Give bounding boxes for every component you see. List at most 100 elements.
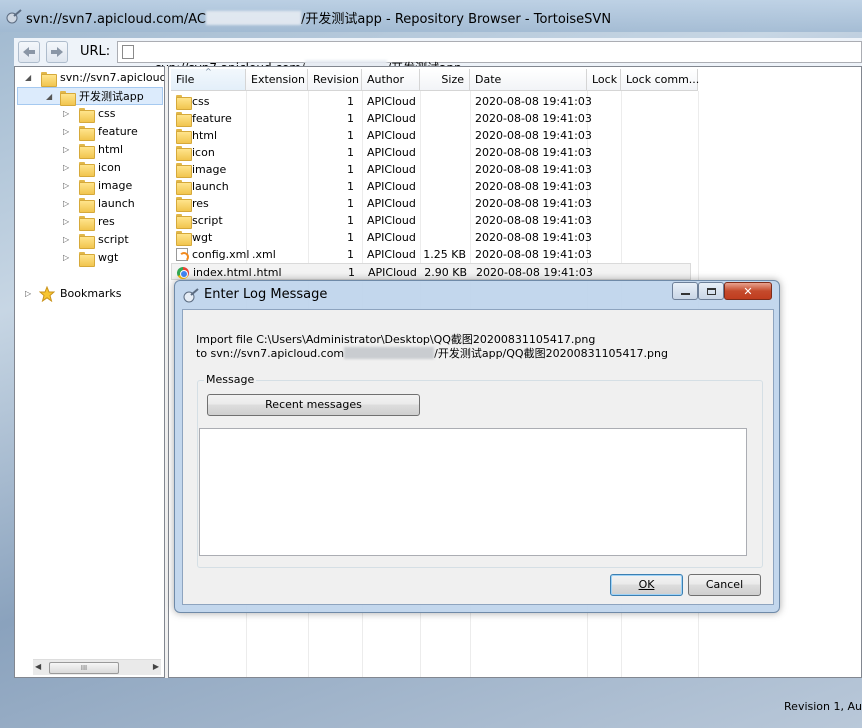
file-revision: 1 [347, 180, 354, 193]
column-header-extension[interactable]: Extension [246, 69, 308, 91]
scroll-right-icon[interactable]: ▶ [153, 662, 159, 671]
file-date: 2020-08-08 19:41:03 [475, 197, 592, 210]
file-row[interactable]: script 1 APICloud 2020-08-08 19:41:03 [171, 212, 691, 229]
file-name: config.xml [192, 248, 250, 261]
file-row[interactable]: res 1 APICloud 2020-08-08 19:41:03 [171, 195, 691, 212]
maximize-button[interactable] [698, 282, 724, 300]
file-revision: 1 [347, 214, 354, 227]
collapsed-arrow-icon[interactable]: ▷ [63, 195, 73, 213]
file-revision: 1 [347, 129, 354, 142]
file-row[interactable]: image 1 APICloud 2020-08-08 19:41:03 [171, 161, 691, 178]
dialog-title: Enter Log Message [204, 287, 328, 302]
collapsed-arrow-icon[interactable]: ▷ [25, 285, 35, 303]
column-header-lock[interactable]: Lock [587, 69, 621, 91]
url-label: URL: [80, 44, 111, 59]
file-row[interactable]: launch 1 APICloud 2020-08-08 19:41:03 [171, 178, 691, 195]
sort-ascending-icon: ^ [205, 67, 212, 76]
forward-button[interactable] [46, 41, 68, 63]
redacted-blur [344, 347, 435, 359]
log-message-textarea[interactable] [199, 428, 747, 556]
file-row[interactable]: html 1 APICloud 2020-08-08 19:41:03 [171, 127, 691, 144]
tree-item-label: 开发测试app [79, 90, 144, 103]
recent-messages-button[interactable]: Recent messages [207, 394, 420, 416]
xml-file-icon [176, 248, 189, 262]
expanded-arrow-icon[interactable]: ◢ [25, 69, 35, 87]
repository-tree[interactable]: ◢ svn://svn7.apicloud.c ◢ 开发测试app ▷ css ▷ f… [14, 66, 165, 678]
file-row[interactable]: css 1 APICloud 2020-08-08 19:41:03 [171, 93, 691, 110]
collapsed-arrow-icon[interactable]: ▷ [63, 231, 73, 249]
collapsed-arrow-icon[interactable]: ▷ [63, 249, 73, 267]
tree-item-script[interactable]: ▷ script [63, 231, 163, 249]
back-button[interactable] [18, 41, 40, 63]
file-author: APICloud [367, 95, 416, 108]
tree-item-bookmarks[interactable]: ▷ Bookmarks [25, 285, 164, 303]
file-extension: .xml [252, 248, 276, 261]
column-header-lock-comment[interactable]: Lock comm... [621, 69, 700, 91]
file-row[interactable]: wgt 1 APICloud 2020-08-08 19:41:03 [171, 229, 691, 246]
tree-item-wgt[interactable]: ▷ wgt [63, 249, 163, 267]
star-icon [39, 286, 55, 302]
tree-horizontal-scrollbar[interactable]: ◀ III ▶ [33, 659, 161, 675]
tree-item-html[interactable]: ▷ html [63, 141, 163, 159]
tree-item-label: html [98, 143, 124, 156]
file-row[interactable]: config.xml .xml 1 APICloud 1.25 KB 2020-08-08… [171, 246, 691, 263]
file-author: APICloud [367, 214, 416, 227]
column-revision-label: Revision [313, 73, 359, 86]
file-date: 2020-08-08 19:41:03 [476, 266, 593, 279]
tree-item-label: script [98, 233, 129, 246]
expanded-arrow-icon[interactable]: ◢ [46, 88, 56, 106]
folder-icon [176, 197, 192, 212]
file-revision: 1 [347, 163, 354, 176]
collapsed-arrow-icon[interactable]: ▷ [63, 123, 73, 141]
bookmarks-label: Bookmarks [60, 287, 122, 300]
url-input[interactable]: svn://svn7.apicloud.com//开发测试app [117, 41, 862, 75]
window-title-prefix: svn://svn7.apicloud.com/AC [26, 12, 207, 27]
collapsed-arrow-icon[interactable]: ▷ [63, 159, 73, 177]
column-lock-comment-label: Lock comm... [626, 73, 700, 86]
collapsed-arrow-icon[interactable]: ▷ [63, 141, 73, 159]
file-revision: 1 [347, 146, 354, 159]
folder-icon [79, 198, 95, 213]
collapsed-arrow-icon[interactable]: ▷ [63, 105, 73, 123]
tree-item-launch[interactable]: ▷ launch [63, 195, 163, 213]
file-author: APICloud [367, 248, 416, 261]
tree-item-label: wgt [98, 251, 119, 264]
minimize-button[interactable] [672, 282, 698, 300]
tree-item-res[interactable]: ▷ res [63, 213, 163, 231]
tree-item-css[interactable]: ▷ css [63, 105, 163, 123]
column-header-size[interactable]: Size [420, 69, 470, 91]
file-size: 1.25 KB [423, 248, 466, 261]
column-header-revision[interactable]: Revision [308, 69, 362, 91]
tree-item-selected[interactable]: ◢ 开发测试app [17, 87, 163, 106]
tree-item-image[interactable]: ▷ image [63, 177, 163, 195]
file-name: css [192, 95, 210, 108]
collapsed-arrow-icon[interactable]: ▷ [63, 177, 73, 195]
file-row[interactable]: index.html .html 1 APICloud 2.90 KB 2020-08-0… [171, 263, 691, 280]
file-date: 2020-08-08 19:41:03 [475, 248, 592, 261]
scroll-left-icon[interactable]: ◀ [35, 662, 41, 671]
file-date: 2020-08-08 19:41:03 [475, 112, 592, 125]
html-file-icon [177, 267, 189, 279]
column-header-date[interactable]: Date [470, 69, 587, 91]
tree-item-feature[interactable]: ▷ feature [63, 123, 163, 141]
ok-button[interactable]: OK [610, 574, 683, 596]
scroll-thumb[interactable]: III [49, 662, 119, 674]
forward-arrow-icon [51, 47, 63, 57]
window-title: svn://svn7.apicloud.com/AC/开发测试app - Rep… [26, 8, 611, 27]
folder-icon [60, 91, 76, 106]
tree-root[interactable]: ◢ svn://svn7.apicloud.c [25, 69, 164, 87]
column-header-file[interactable]: File ^ [171, 67, 246, 91]
column-header-author[interactable]: Author [362, 69, 420, 91]
file-author: APICloud [367, 112, 416, 125]
file-author: APICloud [367, 180, 416, 193]
close-button[interactable]: ✕ [724, 282, 772, 300]
file-row[interactable]: icon 1 APICloud 2020-08-08 19:41:03 [171, 144, 691, 161]
file-author: APICloud [367, 129, 416, 142]
window-titlebar: svn://svn7.apicloud.com/AC/开发测试app - Rep… [0, 0, 862, 32]
redacted-blur [206, 11, 302, 25]
cancel-button[interactable]: Cancel [688, 574, 761, 596]
file-row[interactable]: feature 1 APICloud 2020-08-08 19:41:03 [171, 110, 691, 127]
tree-item-icon[interactable]: ▷ icon [63, 159, 163, 177]
collapsed-arrow-icon[interactable]: ▷ [63, 213, 73, 231]
folder-icon [79, 162, 95, 177]
